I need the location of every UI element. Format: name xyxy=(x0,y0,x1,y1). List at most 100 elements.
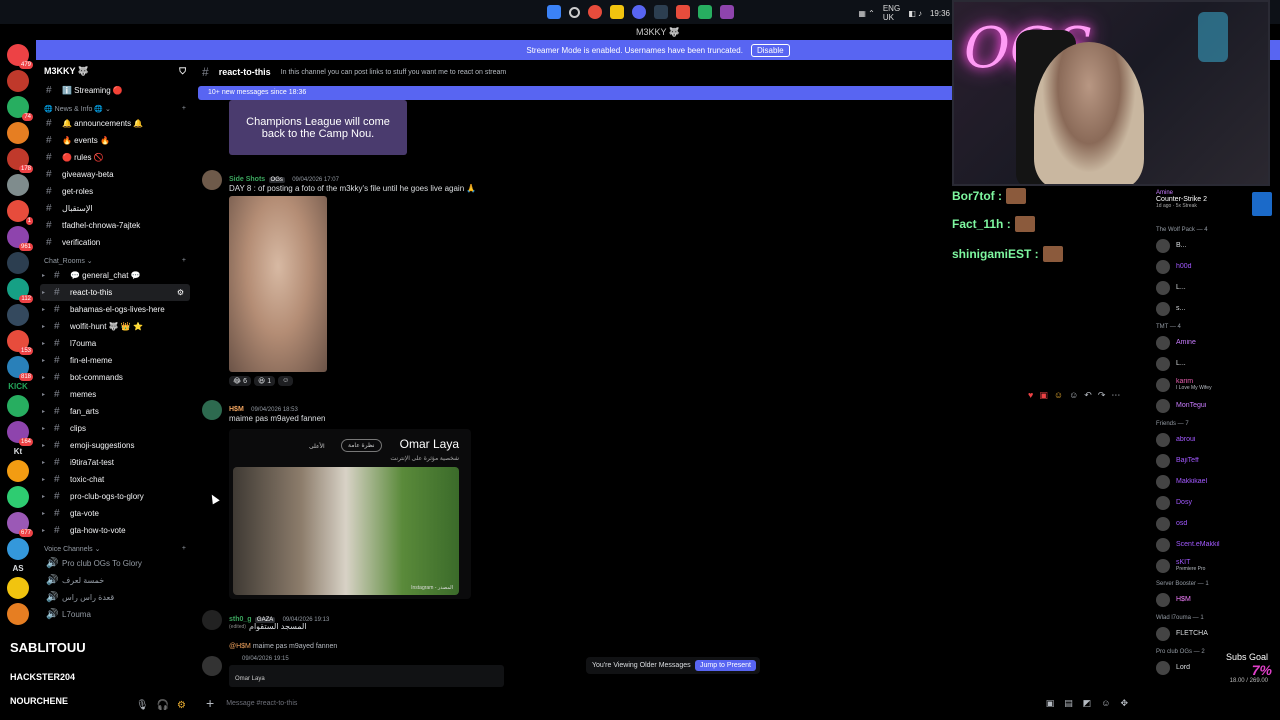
member-activity[interactable]: Amine Counter-Strike 2 1d ago · 5x Strea… xyxy=(1150,186,1280,222)
member-item[interactable]: MonTegui xyxy=(1150,395,1280,416)
author-name[interactable]: Side Shots xyxy=(229,176,265,183)
server-text-icon[interactable]: KICK xyxy=(8,382,28,391)
channel-item[interactable]: 🔊 خمسة لعرف xyxy=(36,572,194,589)
channel-settings-icon[interactable]: ⚙ xyxy=(177,288,184,297)
channel-item[interactable]: ▸ # bot-commands xyxy=(36,369,194,386)
channel-item[interactable]: ▸ # 💬 general_chat 💬 xyxy=(36,267,194,284)
channel-item[interactable]: ▸ # fan_arts xyxy=(36,403,194,420)
gift-icon[interactable]: ▣ xyxy=(1046,698,1055,709)
add-reaction-icon[interactable]: ☺ xyxy=(1069,390,1078,401)
channel-item[interactable]: ▸ # clips xyxy=(36,420,194,437)
server-icon[interactable]: 1 xyxy=(7,200,33,225)
server-icon[interactable]: 479 xyxy=(7,44,33,69)
member-item[interactable]: L... xyxy=(1150,353,1280,374)
member-item[interactable]: Dosy xyxy=(1150,492,1280,513)
member-item[interactable]: Amine xyxy=(1150,332,1280,353)
image-attachment[interactable]: Champions League will come back to the C… xyxy=(229,100,407,155)
server-icon[interactable] xyxy=(7,395,29,417)
card-photo[interactable] xyxy=(233,467,459,595)
server-icon[interactable] xyxy=(7,122,29,144)
channel-item[interactable]: ▸ # l7ouma xyxy=(36,335,194,352)
member-item[interactable]: osd xyxy=(1150,513,1280,534)
more-icon[interactable]: ⋯ xyxy=(1111,390,1120,401)
server-icon[interactable]: 677 xyxy=(7,512,33,537)
channel-item[interactable]: # get-roles xyxy=(36,183,194,200)
server-icon[interactable] xyxy=(7,70,29,92)
channel-item[interactable]: ▸ # wolfit-hunt 🐺 👑 ⭐ xyxy=(36,318,194,335)
member-item[interactable]: s... xyxy=(1150,298,1280,319)
member-item[interactable]: Scent.eMakkil xyxy=(1150,534,1280,555)
server-icon[interactable]: 153 xyxy=(7,330,33,355)
server-icon[interactable] xyxy=(7,603,29,625)
app-icon[interactable] xyxy=(697,5,712,19)
create-channel-icon[interactable]: + xyxy=(182,105,186,113)
search-icon[interactable] xyxy=(568,6,580,18)
volume-icon[interactable]: ◧ ♪ xyxy=(908,9,922,18)
member-item[interactable]: h00d xyxy=(1150,256,1280,277)
member-item[interactable]: FLETCHA xyxy=(1150,623,1280,644)
author-name[interactable]: H$M xyxy=(229,406,244,413)
reaction-chip[interactable]: ☺ xyxy=(278,376,294,386)
app-icon[interactable] xyxy=(653,5,668,19)
member-item[interactable]: karim I Love My Wifey xyxy=(1150,374,1280,395)
channel-category[interactable]: 🌐 News & Info 🌐 ⌄ + xyxy=(36,99,194,115)
server-icon[interactable]: 961 xyxy=(7,226,33,251)
folder-icon[interactable] xyxy=(609,5,624,19)
channel-item[interactable]: ▸ # react-to-this ⚙ xyxy=(40,284,190,301)
server-text-icon[interactable]: AS xyxy=(12,564,23,573)
server-icon[interactable] xyxy=(7,577,29,599)
channel-item[interactable]: 🔊 قعدة راس راس xyxy=(36,589,194,606)
knowledge-card-embed[interactable]: Omar Laya شخصية مؤثرة على الإنترنت الأعل… xyxy=(229,429,471,599)
channel-item[interactable]: ▸ # pro-club-ogs-to-glory xyxy=(36,488,194,505)
avatar[interactable] xyxy=(202,170,222,190)
channel-item[interactable]: # الإستقبال xyxy=(36,200,194,217)
server-icon[interactable] xyxy=(7,486,29,508)
channel-item[interactable]: # verification xyxy=(36,234,194,251)
channel-item[interactable]: ▸ # gta-how-to-vote xyxy=(36,522,194,539)
server-icon[interactable] xyxy=(7,460,29,482)
new-messages-bar[interactable]: 10+ new messages since 18:36 xyxy=(198,86,952,100)
channel-item[interactable]: # 🔥 events 🔥 xyxy=(36,132,194,149)
headphones-icon[interactable]: 🎧 xyxy=(157,700,169,711)
channel-item[interactable]: # 🔔 announcements 🔔 xyxy=(36,115,194,132)
grid-icon[interactable] xyxy=(719,5,734,19)
server-icon[interactable] xyxy=(7,252,29,274)
message-input[interactable]: Message #react-to-this xyxy=(226,700,1034,707)
server-icon[interactable] xyxy=(7,304,29,326)
create-channel-icon[interactable]: + xyxy=(182,545,186,553)
server-icon[interactable]: 818 xyxy=(7,356,33,381)
channel-item[interactable]: 🔊 Pro club OGs To Glory xyxy=(36,555,194,572)
channel-topic[interactable]: In this channel you can post links to st… xyxy=(281,69,507,76)
avatar[interactable] xyxy=(202,400,222,420)
reply-author[interactable]: @H$M xyxy=(229,643,251,650)
gif-icon[interactable]: ▤ xyxy=(1064,698,1073,709)
windows-start-icon[interactable] xyxy=(546,5,561,19)
channel-item[interactable]: ▸ # gta-vote xyxy=(36,505,194,522)
discord-taskbar-icon[interactable] xyxy=(631,5,646,19)
reply-embed[interactable]: Omar Laya xyxy=(229,665,504,687)
card-chip[interactable]: الأعلى xyxy=(309,443,325,450)
member-item[interactable]: BajiTeff xyxy=(1150,450,1280,471)
channel-item[interactable]: # tfadhel-chnowa-7ajtek xyxy=(36,217,194,234)
jump-to-present-button[interactable]: Jump to Present xyxy=(695,660,756,671)
channel-item[interactable]: ▸ # toxic-chat xyxy=(36,471,194,488)
tray-icons[interactable]: ▦ ⌃ xyxy=(858,9,874,18)
server-icon[interactable] xyxy=(7,174,29,196)
member-item[interactable]: abroui xyxy=(1150,429,1280,450)
server-icon[interactable] xyxy=(7,538,29,560)
channel-item[interactable]: ▸ # fin-el-meme xyxy=(36,352,194,369)
reply-icon[interactable]: ↶ xyxy=(1084,390,1092,401)
member-item[interactable]: H$M xyxy=(1150,589,1280,610)
member-item[interactable]: Makkikael xyxy=(1150,471,1280,492)
channel-item[interactable]: 🔊 L7ouma xyxy=(36,606,194,623)
channel-item[interactable]: ▸ # memes xyxy=(36,386,194,403)
channel-category[interactable]: Chat_Rooms ⌄ + xyxy=(36,251,194,267)
server-header[interactable]: M3KKY 🐺 ⛉ xyxy=(36,60,194,82)
browser-icon[interactable] xyxy=(587,5,602,19)
channel-category[interactable]: Voice Channels ⌄ + xyxy=(36,539,194,555)
card-chip[interactable]: نظرة عامة xyxy=(341,439,382,452)
member-item[interactable]: L... xyxy=(1150,277,1280,298)
reaction-chip[interactable]: 😆 1 xyxy=(254,376,276,386)
apps-icon[interactable]: ✥ xyxy=(1120,698,1128,709)
avatar[interactable] xyxy=(202,656,222,676)
